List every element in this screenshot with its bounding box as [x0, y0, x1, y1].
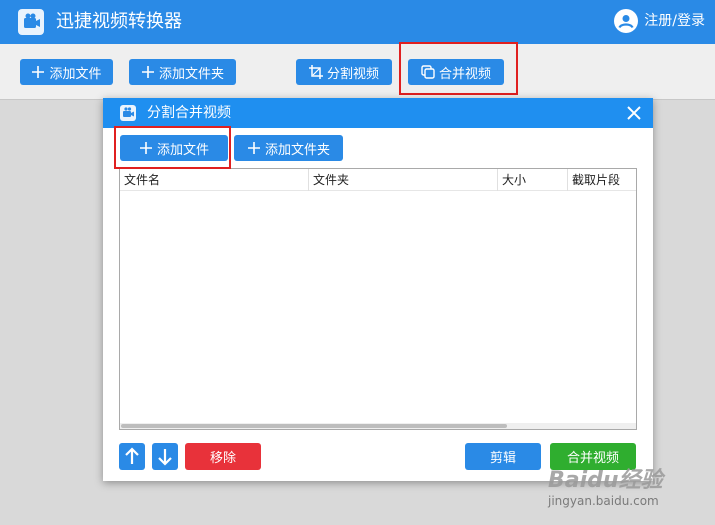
split-video-button[interactable]: 分割视频 [296, 59, 392, 85]
column-header-filename[interactable]: 文件名 [120, 169, 309, 191]
move-down-button[interactable] [152, 443, 178, 470]
split-video-label: 分割视频 [326, 66, 379, 82]
column-header-size[interactable]: 大小 [498, 169, 568, 191]
column-header-clip[interactable]: 截取片段 [568, 169, 636, 191]
app-title: 迅捷视频转换器 [56, 11, 182, 32]
app-logo-icon [18, 9, 44, 35]
column-header-folder[interactable]: 文件夹 [309, 169, 498, 191]
plus-icon [31, 65, 45, 79]
app-titlebar: 迅捷视频转换器 注册/登录 [0, 0, 715, 44]
watermark-brand: Baidu经验 [548, 468, 663, 493]
edit-label: 剪辑 [489, 451, 516, 466]
plus-icon [247, 141, 261, 155]
main-toolbar: 添加文件 添加文件夹 分割视频 合并视频 [0, 44, 715, 100]
login-link[interactable]: 注册/登录 [614, 9, 705, 33]
dialog-logo-icon [120, 105, 136, 121]
close-icon[interactable] [625, 104, 643, 122]
remove-label: 移除 [209, 451, 236, 466]
dialog-header: 分割合并视频 [103, 98, 653, 128]
add-folder-button[interactable]: 添加文件夹 [129, 59, 236, 85]
watermark-url: jingyan.baidu.com [548, 494, 659, 508]
dialog-title: 分割合并视频 [147, 105, 231, 121]
edit-button[interactable]: 剪辑 [465, 443, 541, 470]
remove-button[interactable]: 移除 [185, 443, 261, 470]
login-label: 注册/登录 [644, 13, 705, 29]
baidu-watermark: Baidu经验 jingyan.baidu.com [548, 462, 715, 522]
add-folder-label: 添加文件夹 [158, 66, 224, 82]
table-header: 文件名 文件夹 大小 截取片段 [120, 169, 636, 191]
horizontal-scrollbar[interactable] [120, 423, 636, 429]
file-table[interactable]: 文件名 文件夹 大小 截取片段 [119, 168, 637, 430]
plus-icon [141, 65, 155, 79]
add-file-label: 添加文件 [49, 66, 102, 82]
add-file-highlight [114, 126, 231, 169]
arrow-up-icon [125, 447, 139, 464]
scrollbar-thumb[interactable] [121, 424, 507, 428]
user-avatar-icon [614, 9, 639, 33]
dialog-add-folder-button[interactable]: 添加文件夹 [234, 135, 343, 161]
merge-button-highlight [399, 42, 518, 95]
dialog-add-folder-label: 添加文件夹 [264, 142, 330, 158]
move-up-button[interactable] [119, 443, 145, 470]
crop-icon [308, 65, 323, 79]
add-file-button[interactable]: 添加文件 [20, 59, 113, 85]
arrow-down-icon [158, 449, 172, 466]
